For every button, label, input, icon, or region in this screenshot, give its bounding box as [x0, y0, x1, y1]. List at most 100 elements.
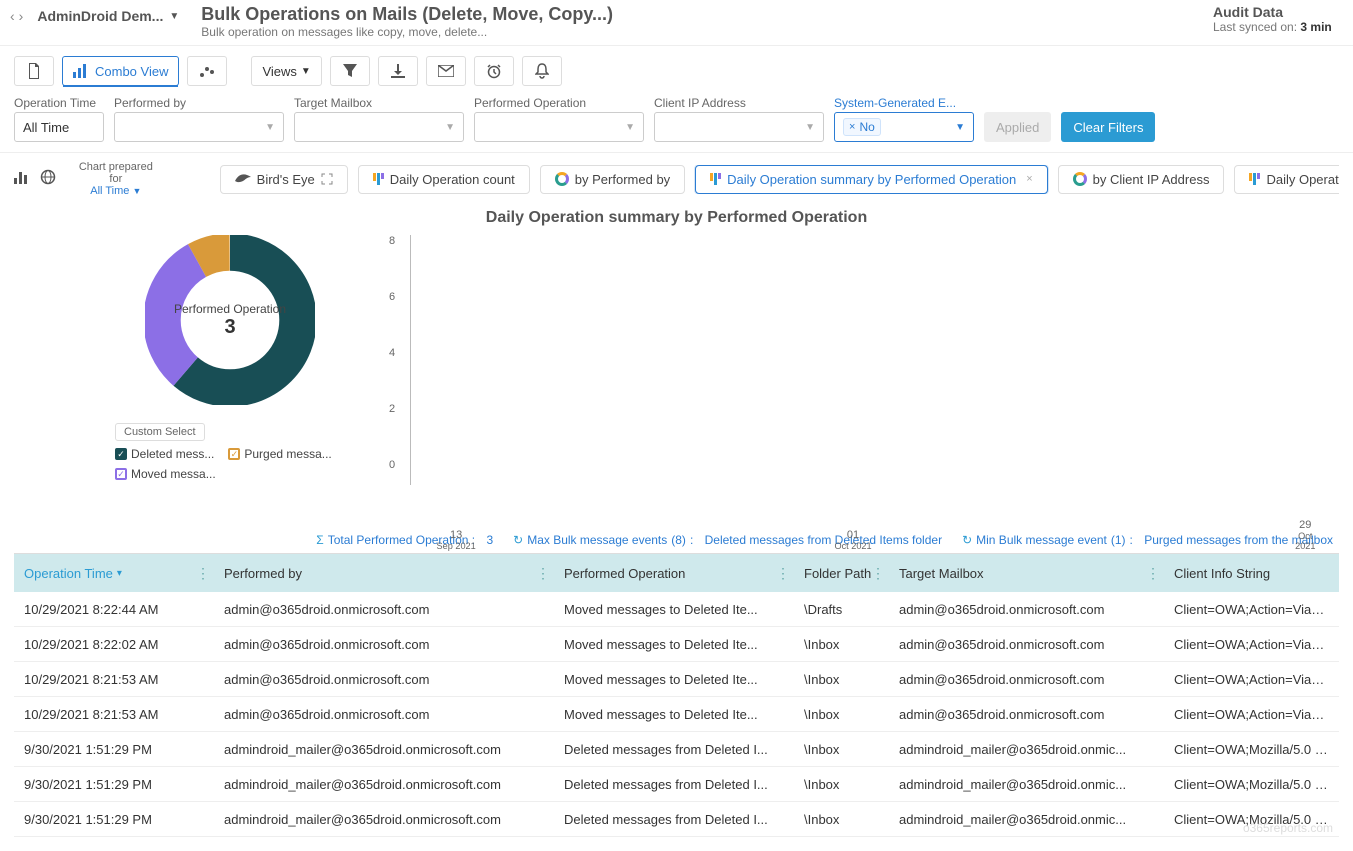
combo-view-tab[interactable]: Combo View	[62, 56, 179, 86]
tab-daily-operation-summary[interactable]: Daily Operation summary by Performed Ope…	[695, 165, 1047, 194]
filter-performed-by-label: Performed by	[114, 96, 284, 110]
x-axis-label: 29Oct 2021	[1291, 519, 1319, 551]
stat-min: ↻ Min Bulk message event (1) : Purged me…	[962, 533, 1333, 547]
th-folder-path[interactable]: Folder Path	[794, 554, 889, 592]
table-row[interactable]: 9/30/2021 1:51:29 PMadmindroid_mailer@o3…	[14, 732, 1339, 767]
chart-mode-globe-icon[interactable]	[40, 169, 56, 190]
donut-icon	[555, 172, 569, 186]
filter-sysgen[interactable]: ×No ▼	[834, 112, 974, 142]
table-row[interactable]: 10/29/2021 8:21:53 AMadmin@o365droid.onm…	[14, 697, 1339, 732]
table-cell: \Drafts	[794, 602, 889, 617]
chart-prepared-for[interactable]: Chart prepared for All Time ▼	[72, 161, 160, 197]
data-view-tab[interactable]	[187, 56, 227, 86]
table-cell: admindroid_mailer@o365droid.onmicrosoft.…	[214, 742, 554, 757]
filter-target-mailbox[interactable]: ▼	[294, 112, 464, 142]
chip-remove-icon[interactable]: ×	[849, 121, 855, 133]
filter-client-ip[interactable]: ▼	[654, 112, 824, 142]
table-cell: Moved messages to Deleted Ite...	[554, 637, 794, 652]
th-performed-operation[interactable]: Performed Operation	[554, 554, 794, 592]
tab-daily-operation-count[interactable]: Daily Operation count	[358, 165, 530, 194]
combo-icon	[73, 64, 89, 78]
th-target-mailbox[interactable]: Target Mailbox	[889, 554, 1164, 592]
donut-chart: Performed Operation 3	[145, 235, 315, 405]
donut-center-value: 3	[224, 316, 235, 339]
table-cell: Client=OWA;Mozilla/5.0 (Win...	[1164, 777, 1339, 792]
download-button[interactable]	[378, 56, 418, 86]
bar-chart: 86420	[410, 235, 1333, 485]
checkbox-icon: ✓	[115, 468, 127, 480]
table-cell: Client=OWA;Action=ViaProxy	[1164, 672, 1339, 687]
chevron-down-icon: ▼	[301, 66, 311, 77]
table-cell: Deleted messages from Deleted I...	[554, 812, 794, 827]
alert-button[interactable]	[522, 56, 562, 86]
th-operation-time[interactable]: Operation Time▾	[14, 554, 214, 592]
tab-by-performed-by[interactable]: by Performed by	[540, 165, 685, 194]
filter-performed-operation[interactable]: ▼	[474, 112, 644, 142]
table-row[interactable]: 9/30/2021 1:51:29 PMadmindroid_mailer@o3…	[14, 802, 1339, 837]
legend-item-deleted[interactable]: ✓Deleted mess...	[115, 447, 214, 461]
nav-forward-icon[interactable]: ›	[19, 8, 24, 24]
table-cell: Moved messages to Deleted Ite...	[554, 602, 794, 617]
table-row[interactable]: 10/29/2021 8:22:44 AMadmin@o365droid.onm…	[14, 592, 1339, 627]
table-cell: admin@o365droid.onmicrosoft.com	[889, 602, 1164, 617]
table-cell: \Inbox	[794, 707, 889, 722]
breadcrumb-dropdown[interactable]: AdminDroid Dem... ▼	[31, 4, 185, 28]
chart-mode-bar-icon[interactable]	[14, 170, 30, 189]
applied-button: Applied	[984, 112, 1051, 142]
download-icon	[391, 64, 405, 78]
mail-button[interactable]	[426, 56, 466, 86]
expand-icon	[321, 173, 333, 185]
filter-operation-time[interactable]: All Time	[14, 112, 104, 142]
bird-icon	[235, 173, 251, 185]
refresh-icon: ↻	[962, 533, 972, 547]
th-client-info[interactable]: Client Info String	[1164, 554, 1339, 592]
filter-sysgen-chip[interactable]: ×No	[843, 118, 881, 136]
bar-chart-icon	[710, 173, 721, 185]
close-tab-icon[interactable]: ×	[1026, 173, 1032, 185]
table-cell: admindroid_mailer@o365droid.onmic...	[889, 742, 1164, 757]
chevron-down-icon: ▼	[955, 122, 965, 133]
filter-performed-by[interactable]: ▼	[114, 112, 284, 142]
bar-chart-icon	[373, 173, 384, 185]
tab-by-client-ip[interactable]: by Client IP Address	[1058, 165, 1225, 194]
page-export-button[interactable]	[14, 56, 54, 86]
schedule-button[interactable]	[474, 56, 514, 86]
sigma-icon: Σ	[316, 533, 323, 547]
th-performed-by[interactable]: Performed by	[214, 554, 554, 592]
stat-max: ↻ Max Bulk message events (8) : Deleted …	[513, 533, 942, 547]
tab-daily-operation-extra[interactable]: Daily Operati...	[1234, 165, 1339, 194]
file-icon	[27, 63, 41, 79]
scatter-icon	[199, 64, 215, 78]
legend-item-moved[interactable]: ✓Moved messa...	[115, 467, 216, 481]
page-subtitle: Bulk operation on messages like copy, mo…	[201, 25, 1213, 39]
table-cell: Moved messages to Deleted Ite...	[554, 707, 794, 722]
table-row[interactable]: 10/29/2021 8:22:02 AMadmin@o365droid.onm…	[14, 627, 1339, 662]
table-cell: 10/29/2021 8:22:02 AM	[14, 637, 214, 652]
table-cell: Moved messages to Deleted Ite...	[554, 672, 794, 687]
audit-sync-value: 3 min	[1300, 20, 1331, 34]
x-axis-label: 13Sep 2021	[437, 529, 476, 551]
views-dropdown[interactable]: Views ▼	[251, 56, 321, 86]
page-title: Bulk Operations on Mails (Delete, Move, …	[201, 4, 1213, 25]
views-label: Views	[262, 64, 296, 79]
table-cell: admin@o365droid.onmicrosoft.com	[214, 672, 554, 687]
table-cell: 9/30/2021 1:51:29 PM	[14, 742, 214, 757]
checkbox-icon: ✓	[228, 448, 240, 460]
donut-center-label: Performed Operation	[174, 302, 286, 316]
tab-birds-eye[interactable]: Bird's Eye	[220, 165, 348, 194]
clear-filters-button[interactable]: Clear Filters	[1061, 112, 1155, 142]
legend-item-purged[interactable]: ✓Purged messa...	[228, 447, 331, 461]
table-row[interactable]: 9/30/2021 1:51:29 PMadmindroid_mailer@o3…	[14, 767, 1339, 802]
filter-button[interactable]	[330, 56, 370, 86]
table-cell: admin@o365droid.onmicrosoft.com	[214, 707, 554, 722]
funnel-icon	[343, 64, 357, 78]
table-header: Operation Time▾ Performed by Performed O…	[14, 554, 1339, 592]
nav-back-icon[interactable]: ‹	[10, 8, 15, 24]
legend-custom-select[interactable]: Custom Select	[115, 423, 205, 441]
audit-sync: Last synced on: 3 min	[1213, 20, 1337, 34]
table-cell: Client=OWA;Mozilla/5.0 (Win...	[1164, 812, 1339, 827]
table-cell: \Inbox	[794, 742, 889, 757]
table-row[interactable]: 10/29/2021 8:21:53 AMadmin@o365droid.onm…	[14, 662, 1339, 697]
bell-icon	[535, 63, 549, 79]
x-axis-label: 01Oct 2021	[834, 529, 871, 551]
